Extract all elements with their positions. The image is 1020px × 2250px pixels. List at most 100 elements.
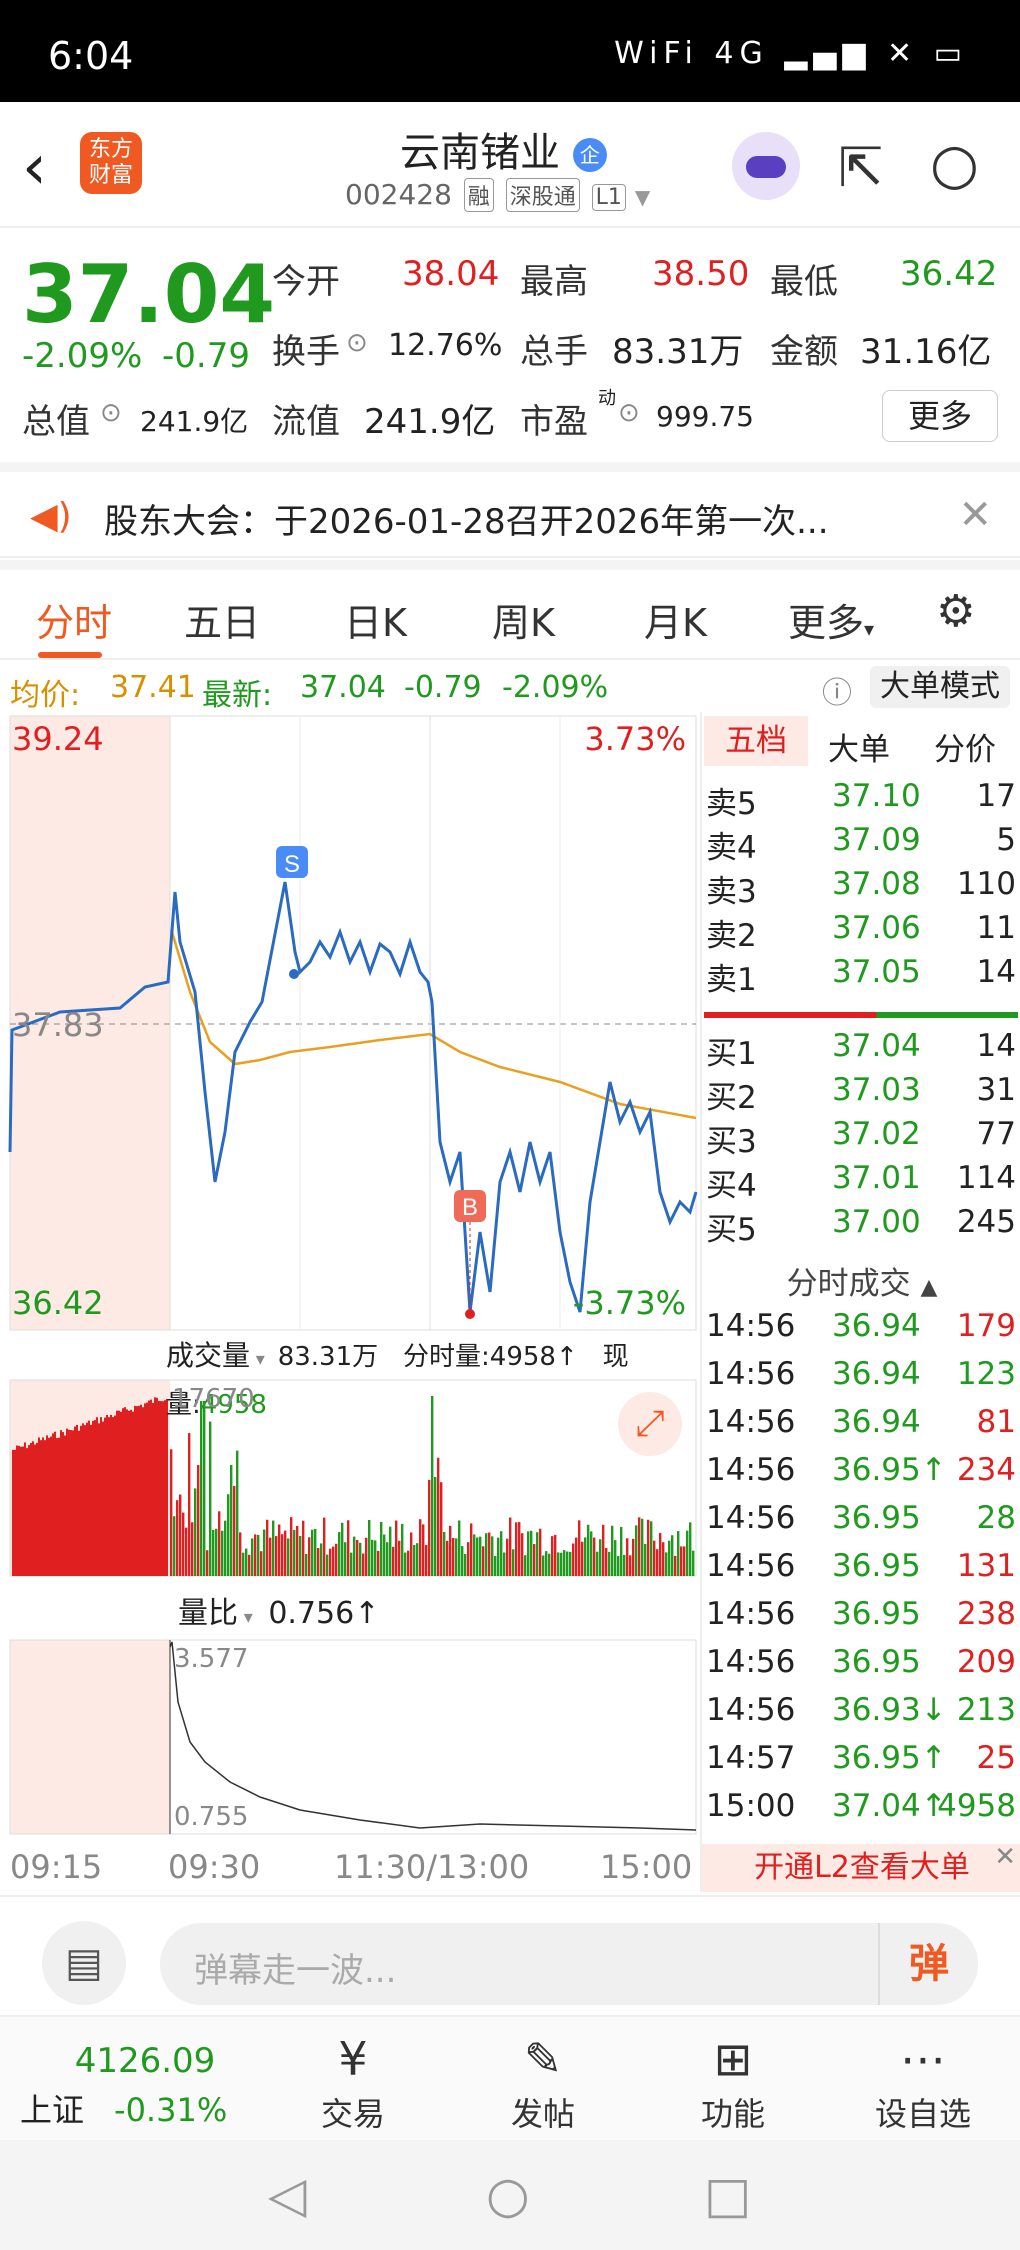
y-mid-label: 37.83: [12, 1006, 104, 1044]
info-icon[interactable]: ⊙: [346, 328, 368, 358]
volume-bar: [635, 1525, 638, 1576]
volume-bar: [368, 1519, 371, 1576]
volume-bar: [338, 1532, 341, 1576]
volume-bar: [689, 1522, 692, 1576]
volume-bar: [38, 1437, 40, 1576]
danmu-settings-icon[interactable]: ▤: [42, 1921, 126, 2005]
nav-functions[interactable]: ⊞ 功能: [678, 2029, 788, 2135]
tab-more[interactable]: 更多▾: [788, 592, 874, 647]
volume-bar: [245, 1548, 248, 1576]
volume-bar: [350, 1552, 353, 1576]
volume-bar: [524, 1555, 527, 1576]
tag-level[interactable]: L1: [591, 184, 626, 211]
share-icon[interactable]: ⇱: [838, 136, 883, 199]
nav-trade[interactable]: ¥ 交易: [298, 2029, 408, 2135]
volume-bar: [551, 1536, 554, 1576]
tab-big-orders[interactable]: 大单: [828, 724, 890, 769]
pe-value: 999.75: [656, 400, 754, 433]
volume-bar: [617, 1555, 620, 1576]
active-tab-indicator: [38, 652, 102, 658]
banner-close-icon[interactable]: ✕: [994, 1842, 1016, 1872]
mktcap-label: 总值: [22, 402, 90, 442]
nav-functions-label: 功能: [700, 2095, 765, 2133]
tab-intraday[interactable]: 分时: [36, 592, 112, 647]
tick-row-volume: 123: [956, 1356, 1016, 1392]
info-icon[interactable]: ⊙: [618, 398, 640, 428]
volume-bar: [443, 1531, 446, 1576]
turnover-value: 12.76%: [388, 328, 503, 363]
sys-home-icon[interactable]: ○: [486, 2166, 530, 2224]
tick-row-label: 15:00: [706, 1788, 796, 1824]
volume-bar: [185, 1527, 188, 1576]
notice-text[interactable]: 股东大会：于2026-01-28召开2026年第一次...: [104, 494, 829, 543]
intraday-chart[interactable]: S B 39.24 37.83 36.42 3.73% -3.73% 成交量 ▾…: [0, 712, 700, 1892]
bid-row-volume: 14: [976, 1028, 1016, 1064]
volume-bar: [16, 1445, 18, 1576]
volume-bar: [275, 1536, 278, 1576]
ask-row-price: 37.06: [832, 910, 921, 946]
volume-bar: [96, 1417, 98, 1576]
volume-label: 总手: [520, 332, 588, 372]
volume-bar: [296, 1525, 299, 1576]
bid-row-label: 买4: [706, 1168, 757, 1204]
tab-five-day[interactable]: 五日: [184, 592, 260, 647]
volume-bar: [407, 1550, 410, 1576]
assistant-robot-icon[interactable]: [732, 132, 800, 200]
sys-back-icon[interactable]: ◁: [268, 2166, 306, 2224]
tick-row-price: 36.95: [832, 1500, 921, 1536]
volume-bar: [281, 1534, 284, 1576]
big-order-mode-button[interactable]: 大单模式: [870, 666, 1010, 708]
volume-bar: [148, 1400, 150, 1576]
ask-row-label: 卖2: [706, 918, 757, 954]
volume-bar: [674, 1555, 677, 1576]
volume-bar: [362, 1553, 365, 1576]
index-widget[interactable]: 4126.09 上证 -0.31%: [20, 2027, 270, 2131]
info-icon[interactable]: ⊙: [100, 398, 122, 428]
tab-price-dist[interactable]: 分价: [934, 724, 996, 769]
volume-bar: [144, 1403, 146, 1576]
tab-daily-k[interactable]: 日K: [344, 592, 407, 647]
volume-label[interactable]: 成交量 ▾: [166, 1339, 265, 1372]
volume-bar: [359, 1542, 362, 1576]
nav-post[interactable]: ✎ 发帖: [488, 2029, 598, 2135]
volume-bar: [644, 1543, 647, 1576]
ratio-label[interactable]: 量比 ▾: [178, 1596, 253, 1631]
danmu-send-button[interactable]: 弹: [878, 1923, 978, 2005]
caret-down-icon[interactable]: ▼: [635, 185, 650, 209]
tick-trades-title[interactable]: 分时成交 ▲: [702, 1258, 1020, 1303]
l2-banner[interactable]: 开通L2查看大单: [702, 1844, 1020, 1892]
nav-watchlist[interactable]: ⋯ 设自选: [868, 2029, 978, 2135]
tab-monthly-k[interactable]: 月K: [644, 592, 707, 647]
volume-bar: [596, 1551, 599, 1576]
volume-bar: [18, 1445, 20, 1576]
volume-bar: [347, 1520, 350, 1576]
volume-bar: [14, 1449, 16, 1576]
back-icon[interactable]: ‹: [22, 136, 47, 198]
danmu-input[interactable]: 弹幕走一波... 弹: [160, 1923, 978, 2005]
settings-gear-icon[interactable]: ⚙: [936, 586, 975, 637]
close-icon[interactable]: ✕: [958, 492, 992, 538]
volume-bar: [575, 1537, 578, 1576]
enterprise-badge-icon: 企: [572, 138, 607, 172]
volume-bar: [20, 1446, 22, 1576]
expand-icon[interactable]: ⤢: [618, 1392, 682, 1456]
sys-recent-icon[interactable]: □: [704, 2166, 751, 2224]
help-icon[interactable]: ⓘ: [822, 668, 852, 712]
notice-bar[interactable]: ◀) 股东大会：于2026-01-28召开2026年第一次... ✕: [0, 462, 1020, 558]
volume-bar: [72, 1430, 74, 1576]
volume-bar: [539, 1528, 542, 1576]
tab-weekly-k[interactable]: 周K: [492, 592, 555, 647]
volume-bar: [227, 1494, 230, 1576]
volume-bar: [150, 1399, 152, 1576]
volume-bar: [140, 1404, 142, 1576]
ask-row-label: 卖3: [706, 874, 757, 910]
more-button[interactable]: 更多: [882, 390, 998, 442]
tab-five-levels[interactable]: 五档: [704, 716, 808, 766]
volume-bar: [461, 1546, 464, 1576]
volume-bar: [269, 1537, 272, 1576]
search-icon[interactable]: ○: [930, 132, 979, 197]
volume-bar: [479, 1536, 482, 1576]
tick-row-label: 14:56: [706, 1692, 796, 1728]
volume-bar: [494, 1555, 497, 1576]
volume-bar: [584, 1537, 587, 1576]
